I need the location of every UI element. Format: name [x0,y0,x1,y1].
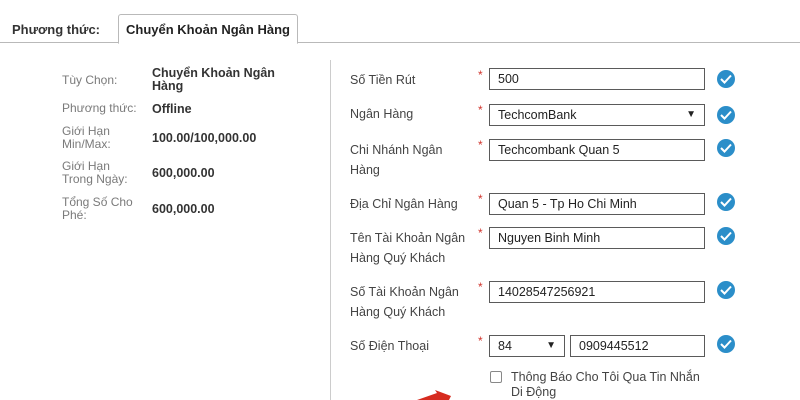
phone-country-code-select[interactable]: 84 ▼ [489,335,565,357]
chevron-down-icon: ▼ [546,340,556,351]
phone-country-code-value: 84 [498,339,512,353]
checkmark-circle-icon [717,106,735,124]
option-label: Tùy Chọn: [62,73,118,87]
method-label: Phương thức: [62,101,137,115]
branch-input[interactable]: Techcombank Quan 5 [489,139,705,161]
account-number-input[interactable]: 14028547256921 [489,281,705,303]
phone-label: Số Điện Thoại [350,339,429,353]
bank-select[interactable]: TechcomBank ▼ [489,104,705,126]
panel-divider [330,60,331,400]
bank-select-value: TechcomBank [498,108,577,122]
account-name-label: Tên Tài Khoản Ngân Hàng Quý Khách [350,231,466,265]
account-name-input[interactable]: Nguyen Binh Minh [489,227,705,249]
chevron-down-icon: ▼ [686,109,696,120]
amount-label: Số Tiền Rút [350,73,416,87]
checkmark-circle-icon [717,70,735,88]
required-mark: * [478,103,483,117]
sms-notify-checkbox[interactable] [490,371,502,383]
amount-input[interactable]: 500 [489,68,705,90]
branch-label: Chi Nhánh Ngân Hàng [350,143,443,177]
required-mark: * [478,68,483,82]
daily-limit-label: Giới Hạn Trong Ngày: [62,159,128,186]
tab-bar: Phương thức: Chuyển Khoản Ngân Hàng [0,0,800,44]
tab-bank-transfer[interactable]: Chuyển Khoản Ngân Hàng [118,14,298,44]
option-value: Chuyển Khoản Ngân Hàng [152,66,275,93]
address-label: Địa Chỉ Ngân Hàng [350,197,458,211]
red-arrow-icon [417,390,451,400]
total-allowed-label: Tổng Số Cho Phé: [62,195,133,222]
sms-notify-label[interactable]: Thông Báo Cho Tôi Qua Tin Nhắn Di Động [511,370,711,400]
checkmark-circle-icon [717,335,735,353]
daily-limit-value: 600,000.00 [152,166,215,180]
phone-number-input[interactable]: 0909445512 [570,335,705,357]
address-input[interactable]: Quan 5 - Tp Ho Chi Minh [489,193,705,215]
required-mark: * [478,138,483,152]
checkmark-circle-icon [717,227,735,245]
total-allowed-value: 600,000.00 [152,202,215,216]
required-mark: * [478,334,483,348]
minmax-label: Giới Hạn Min/Max: [62,124,111,151]
tab-method-label: Phương thức: [12,22,101,37]
required-mark: * [478,226,483,240]
checkmark-circle-icon [717,139,735,157]
method-value: Offline [152,102,192,116]
checkmark-circle-icon [717,281,735,299]
required-mark: * [478,280,483,294]
minmax-value: 100.00/100,000.00 [152,131,257,145]
checkmark-circle-icon [717,193,735,211]
account-number-label: Số Tài Khoản Ngân Hàng Quý Khách [350,285,459,319]
bank-label: Ngân Hàng [350,107,414,121]
required-mark: * [478,192,483,206]
